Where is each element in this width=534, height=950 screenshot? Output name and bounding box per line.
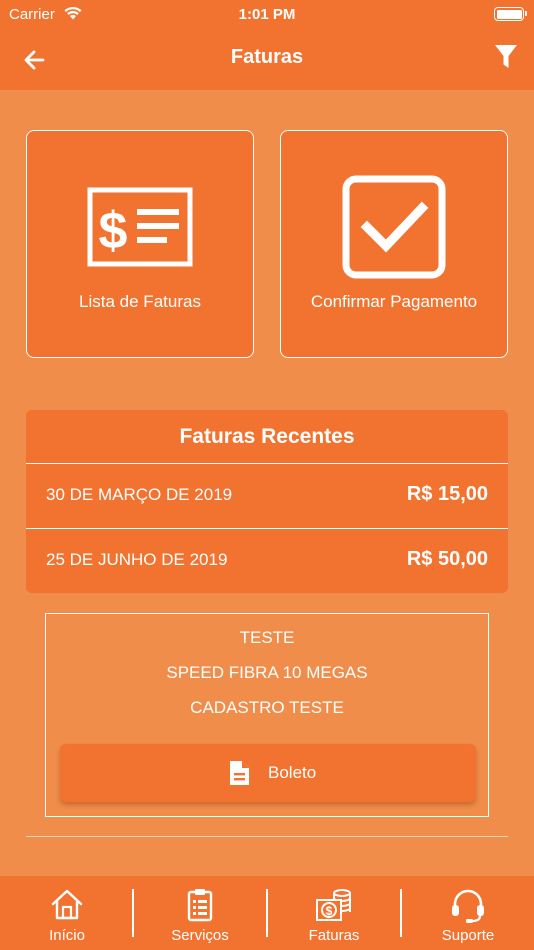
- tab-inicio[interactable]: Início: [0, 876, 134, 950]
- invoice-dollar-icon: $: [87, 187, 193, 272]
- tab-servicos-label: Serviços: [171, 927, 229, 944]
- tab-suporte-label: Suporte: [441, 927, 495, 944]
- nav-bar: Faturas: [0, 30, 534, 90]
- status-bar: Carrier 1:01 PM: [0, 0, 534, 30]
- confirm-payment-label: Confirmar Pagamento: [310, 292, 478, 311]
- invoice-list-button[interactable]: $ Lista de Faturas: [26, 130, 254, 358]
- invoice-date: 30 DE MARÇO DE 2019: [46, 485, 233, 504]
- divider: [26, 836, 508, 837]
- invoice-amount: R$ 15,00: [406, 483, 488, 505]
- registration-name: CADASTRO TESTE: [190, 698, 344, 717]
- money-coins-icon: $: [316, 888, 352, 927]
- invoice-row[interactable]: 30 DE MARÇO DE 2019 R$ 15,00: [26, 464, 508, 528]
- clock: 1:01 PM: [238, 6, 296, 23]
- recent-invoices-title: Faturas Recentes: [26, 410, 508, 464]
- invoice-amount: R$ 50,00: [406, 548, 488, 570]
- document-icon: [228, 760, 250, 791]
- svg-text:$: $: [99, 202, 128, 260]
- headset-icon: [450, 888, 486, 929]
- invoice-detail-card: TESTE SPEED FIBRA 10 MEGAS CADASTRO TEST…: [45, 613, 489, 817]
- plan-name: SPEED FIBRA 10 MEGAS: [166, 663, 368, 682]
- tab-faturas[interactable]: $ Faturas: [267, 876, 401, 950]
- tab-servicos[interactable]: Serviços: [133, 876, 267, 950]
- invoice-list-label: Lista de Faturas: [79, 292, 201, 311]
- invoice-date: 25 DE JUNHO DE 2019: [46, 550, 228, 569]
- customer-name: TESTE: [239, 628, 295, 647]
- boleto-label: Boleto: [268, 763, 317, 782]
- tab-faturas-label: Faturas: [308, 927, 360, 944]
- filter-icon[interactable]: [494, 43, 520, 73]
- invoice-row[interactable]: 25 DE JUNHO DE 2019 R$ 50,00: [26, 528, 508, 592]
- svg-text:$: $: [326, 904, 333, 918]
- home-icon: [50, 888, 84, 925]
- tab-inicio-label: Início: [49, 927, 85, 944]
- page-title: Faturas: [230, 46, 304, 68]
- recent-invoices-card: Faturas Recentes 30 DE MARÇO DE 2019 R$ …: [26, 410, 508, 593]
- clipboard-list-icon: [187, 888, 213, 927]
- tab-bar: Início Serviços $ Faturas Suporte: [0, 876, 534, 950]
- checkbox-check-icon: [342, 175, 446, 284]
- tab-suporte[interactable]: Suporte: [401, 876, 534, 950]
- boleto-button[interactable]: Boleto: [60, 744, 476, 802]
- battery-icon: [494, 7, 527, 21]
- confirm-payment-button[interactable]: Confirmar Pagamento: [280, 130, 508, 358]
